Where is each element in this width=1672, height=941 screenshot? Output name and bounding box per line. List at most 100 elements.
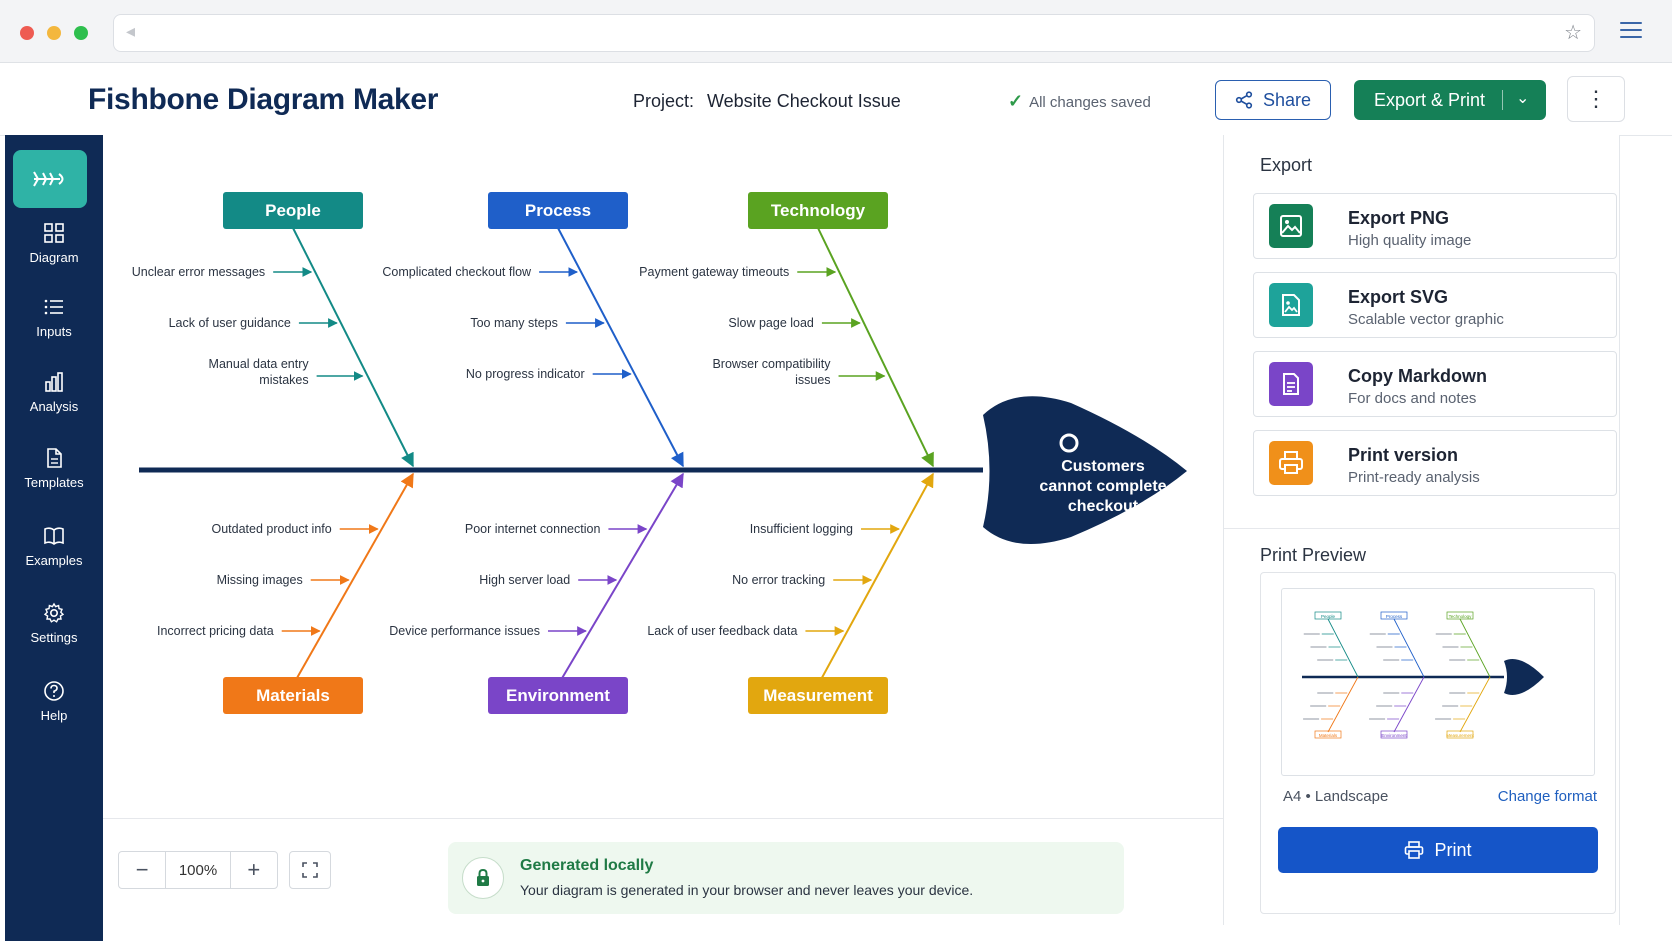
app-header: Fishbone Diagram Maker Project: Website …: [0, 63, 1672, 136]
thumb-head: [1504, 659, 1544, 695]
print-preview-thumbnail[interactable]: People Process Technology Materials Environm…: [1281, 588, 1595, 776]
cause-item[interactable]: Lack of user guidance: [169, 316, 338, 330]
export-print-button[interactable]: Export & Print ⌄: [1354, 80, 1546, 120]
expand-icon: [302, 862, 318, 878]
print-preview-card: People Process Technology Materials Environm…: [1260, 572, 1616, 914]
cause-item[interactable]: Too many steps: [470, 316, 605, 330]
category-technology[interactable]: Technology Payment gateway timeouts Slow p…: [639, 192, 934, 468]
cause-label: Complicated checkout flow: [382, 265, 532, 279]
minimize-window-dot[interactable]: [47, 26, 61, 40]
cause-item[interactable]: Device performance issues: [389, 624, 587, 638]
document-icon: [47, 448, 62, 468]
fishbone-logo[interactable]: [13, 150, 87, 208]
lock-icon: [477, 868, 489, 886]
zoom-out-button[interactable]: −: [119, 852, 165, 888]
zoom-in-button[interactable]: +: [231, 852, 277, 888]
share-button[interactable]: Share: [1215, 80, 1331, 120]
export-png-option[interactable]: Export PNG High quality image: [1253, 193, 1617, 259]
thumb-bone: [1459, 618, 1491, 678]
cause-item[interactable]: Complicated checkout flow: [382, 265, 579, 279]
cause-item[interactable]: Poor internet connection: [465, 522, 648, 536]
sidebar-item-label: Settings: [30, 630, 78, 645]
diagram-canvas[interactable]: Customers cannot complete checkout People Un…: [103, 135, 1223, 819]
export-svg-icon-tile: [1269, 283, 1313, 327]
category-environment[interactable]: Environment Poor internet connection High …: [389, 472, 684, 714]
print-button[interactable]: Print: [1278, 827, 1598, 873]
fullscreen-button[interactable]: [289, 851, 331, 889]
cause-label: Insufficient logging: [750, 522, 853, 536]
problem-head[interactable]: Customers cannot complete checkout: [983, 396, 1187, 545]
copy-markdown-option[interactable]: Copy Markdown For docs and notes: [1253, 351, 1617, 417]
export-svg-option[interactable]: Export SVG Scalable vector graphic: [1253, 272, 1617, 338]
category-people[interactable]: People Unclear error messages Lack of user…: [132, 192, 414, 468]
gear-icon: [43, 602, 65, 623]
fishbone-diagram[interactable]: Customers cannot complete checkout People Un…: [103, 135, 1223, 819]
sidebar-item-examples[interactable]: Examples: [5, 525, 103, 568]
cause-item[interactable]: Slow page load: [728, 316, 861, 330]
share-label: Share: [1262, 89, 1312, 110]
thumb-bone: [1327, 618, 1359, 678]
local-generation-notice: Generated locally Your diagram is genera…: [448, 842, 1124, 914]
more-options-button[interactable]: ⋮: [1567, 76, 1625, 122]
export-print-label: Export & Print: [1374, 89, 1486, 110]
maximize-window-dot[interactable]: [74, 26, 88, 40]
hamburger-menu-icon[interactable]: [1620, 22, 1642, 40]
bookmark-star-icon[interactable]: ☆: [1564, 20, 1582, 45]
copy-markdown-icon-tile: [1269, 362, 1313, 406]
sidebar-item-diagram[interactable]: Diagram: [5, 222, 103, 265]
project-name[interactable]: Website Checkout Issue: [707, 91, 901, 112]
canvas-toolbar: − 100% + Generated locally Your diagram …: [103, 818, 1223, 941]
cause-item[interactable]: Lack of user feedback data: [647, 624, 845, 638]
chevron-down-icon[interactable]: ⌄: [1516, 88, 1529, 108]
category-materials[interactable]: Materials Outdated product info Missing im…: [157, 472, 414, 714]
cause-label: No progress indicator: [466, 367, 585, 381]
cause-item[interactable]: No progress indicator: [466, 367, 632, 381]
sidebar-item-label: Inputs: [36, 324, 72, 339]
print-label: Print: [1434, 839, 1472, 860]
change-format-link[interactable]: Change format: [1498, 788, 1597, 805]
cause-item[interactable]: Payment gateway timeouts: [639, 265, 837, 279]
category-bone: [557, 472, 684, 686]
cause-item[interactable]: Incorrect pricing data: [157, 624, 321, 638]
notice-text: Your diagram is generated in your browse…: [520, 882, 974, 898]
address-bar[interactable]: ◂ ☆: [113, 14, 1595, 52]
sidebar-item-label: Templates: [24, 475, 84, 490]
cause-label: Lack of user guidance: [169, 316, 291, 330]
export-option-subtitle: Scalable vector graphic: [1348, 311, 1504, 328]
thumb-label: People: [1321, 614, 1336, 619]
sidebar-item-templates[interactable]: Templates: [5, 447, 103, 490]
problem-text: checkout: [1068, 498, 1139, 515]
sidebar-item-label: Diagram: [29, 250, 79, 265]
vertical-dots-icon: ⋮: [1585, 86, 1607, 111]
cause-label: Missing images: [217, 573, 303, 587]
cause-item[interactable]: Outdated product info: [211, 522, 379, 536]
cause-label: Slow page load: [728, 316, 814, 330]
sidebar-item-analysis[interactable]: Analysis: [5, 371, 103, 414]
category-label: Materials: [256, 686, 330, 705]
help-icon: [44, 681, 64, 701]
category-measurement[interactable]: Measurement Insufficient logging No error …: [647, 472, 934, 714]
cause-item[interactable]: Manual data entry mistakes: [209, 357, 364, 387]
cause-item[interactable]: Missing images: [217, 573, 350, 587]
cause-item[interactable]: Insufficient logging: [750, 522, 901, 536]
cause-label: No error tracking: [732, 573, 825, 587]
print-version-option[interactable]: Print version Print-ready analysis: [1253, 430, 1617, 496]
markdown-doc-icon: [1283, 373, 1299, 395]
cause-item[interactable]: Browser compatibility issues: [712, 357, 886, 387]
close-window-dot[interactable]: [20, 26, 34, 40]
cause-item[interactable]: Unclear error messages: [132, 265, 313, 279]
zoom-level: 100%: [165, 852, 231, 888]
back-arrow-icon[interactable]: ◂: [126, 21, 135, 42]
category-label: People: [265, 201, 321, 220]
sidebar-item-label: Help: [40, 708, 68, 723]
book-icon: [44, 527, 64, 545]
category-process[interactable]: Process Complicated checkout flow Too many…: [382, 192, 684, 468]
sidebar-item-help[interactable]: Help: [5, 680, 103, 723]
sidebar-item-settings[interactable]: Settings: [5, 602, 103, 645]
sidebar-item-inputs[interactable]: Inputs: [5, 296, 103, 339]
sidebar: Diagram Inputs Analysis Templates Exampl…: [5, 135, 103, 941]
thumb-bone: [1459, 676, 1491, 733]
cause-item[interactable]: No error tracking: [732, 573, 873, 587]
cause-item[interactable]: High server load: [479, 573, 618, 587]
category-bone: [292, 227, 414, 468]
